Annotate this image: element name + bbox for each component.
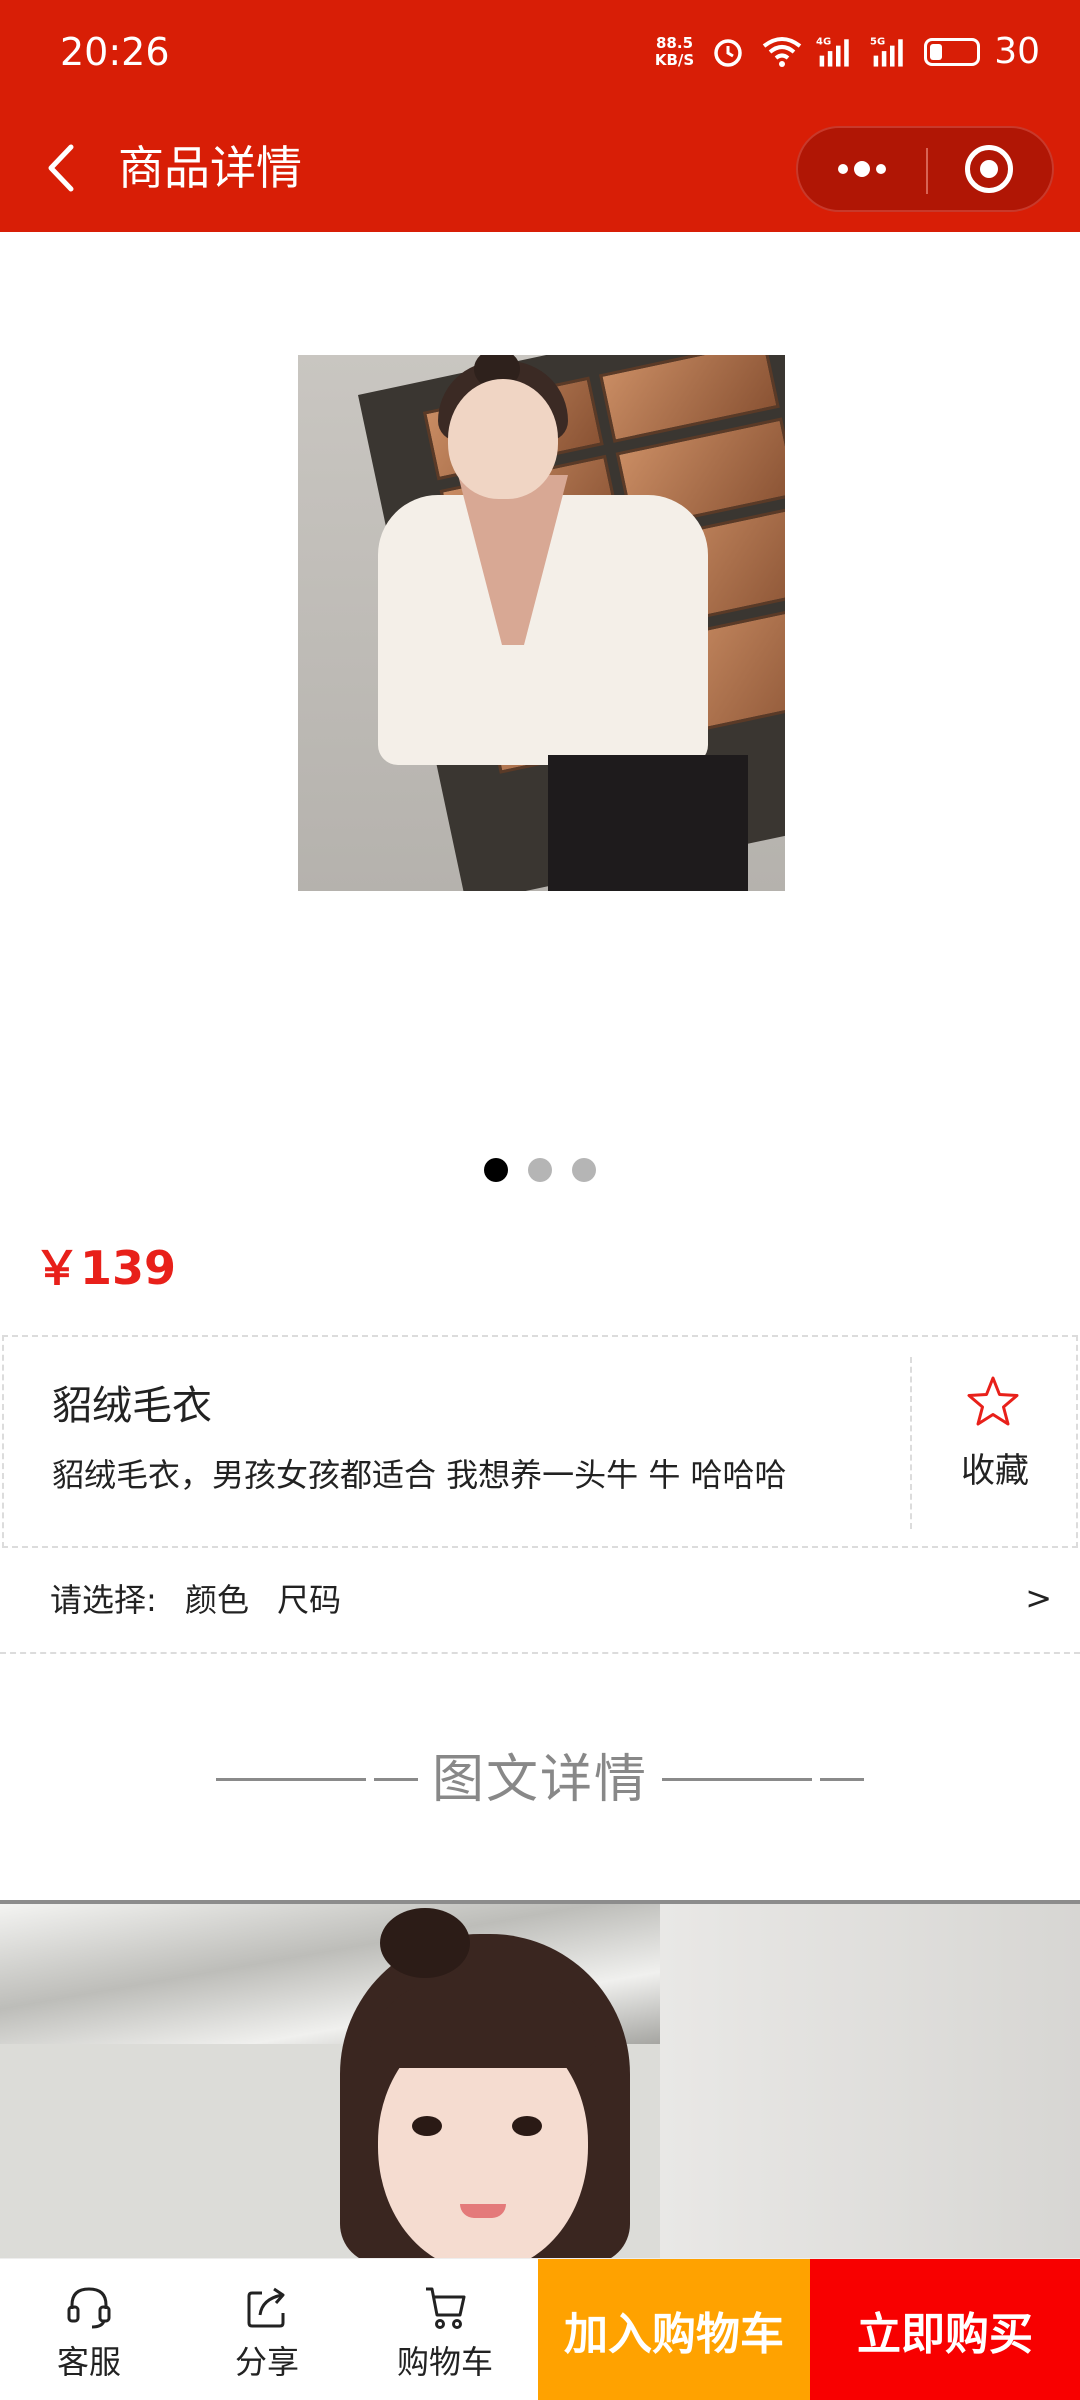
spec-select-label: 请选择: (50, 1581, 157, 1619)
battery-icon (924, 38, 981, 66)
customer-service-label: 客服 (56, 2343, 121, 2381)
favorite-label: 收藏 (961, 1451, 1029, 1491)
add-to-cart-button[interactable]: 加入购物车 (538, 2259, 810, 2400)
carousel-dot[interactable] (484, 1158, 508, 1182)
more-dots-icon (837, 161, 886, 177)
headset-icon (67, 2287, 111, 2329)
alarm-icon (708, 32, 748, 72)
detail-section-heading: 图文详情 (0, 1744, 1080, 1814)
star-icon (967, 1376, 1019, 1426)
signal-4g-icon: 4G (816, 32, 856, 72)
product-image[interactable] (298, 355, 785, 891)
back-button[interactable] (36, 136, 84, 200)
product-description: 貂绒毛衣，男孩女孩都适合 我想养一头牛 牛 哈哈哈 (52, 1456, 787, 1494)
share-label: 分享 (234, 2343, 299, 2381)
chevron-left-icon (48, 144, 74, 192)
battery-level: 30 (994, 31, 1040, 72)
cart-label: 购物车 (396, 2343, 493, 2381)
detail-section-title: 图文详情 (431, 1750, 648, 1810)
buy-now-button[interactable]: 立即购买 (810, 2259, 1080, 2400)
carousel-dot[interactable] (528, 1158, 552, 1182)
close-miniprogram-button[interactable] (925, 128, 1052, 210)
share-icon (247, 2287, 285, 2328)
nav-bar: 商品详情 (0, 104, 1080, 232)
product-name: 貂绒毛衣 (52, 1383, 212, 1429)
cart-icon (426, 2287, 466, 2329)
net-speed-value: 88.5 (656, 34, 694, 52)
favorite-button[interactable]: 收藏 (914, 1373, 1076, 1513)
signal-5g-label: 5G (870, 37, 885, 48)
cart-button[interactable]: 购物车 (356, 2259, 534, 2400)
miniprogram-capsule (796, 126, 1054, 212)
product-info-card: 貂绒毛衣 貂绒毛衣，男孩女孩都适合 我想养一头牛 牛 哈哈哈 收藏 (2, 1335, 1078, 1548)
product-price: ￥139 (34, 1241, 177, 1295)
carousel-indicators (484, 1158, 596, 1182)
page-title: 商品详情 (118, 141, 302, 195)
spec-option-color: 颜色 (184, 1581, 249, 1619)
bottom-action-bar: 客服 分享 购物车 加入购物车 立即购买 (0, 2258, 1080, 2400)
net-speed-indicator: 88.5 KB/S (655, 35, 694, 69)
carousel-dot[interactable] (572, 1158, 596, 1182)
top-bar: 20:26 88.5 KB/S 4G 5G 30 商品详情 (0, 0, 1080, 232)
spec-select-label-group: 请选择: 颜色 尺码 (50, 1578, 341, 1622)
status-time: 20:26 (60, 30, 170, 74)
share-button[interactable]: 分享 (178, 2259, 356, 2400)
customer-service-button[interactable]: 客服 (0, 2259, 178, 2400)
spec-select-row[interactable]: 请选择: 颜色 尺码 > (0, 1548, 1080, 1654)
signal-4g-label: 4G (816, 37, 831, 48)
signal-5g-icon: 5G (870, 32, 910, 72)
net-speed-unit: KB/S (654, 51, 695, 69)
wifi-icon (762, 32, 802, 72)
spec-option-size: 尺码 (277, 1581, 342, 1619)
target-icon (964, 145, 1013, 193)
more-button[interactable] (798, 128, 925, 210)
chevron-right-icon: > (1025, 1579, 1052, 1617)
detail-image (0, 1900, 1080, 2260)
status-icons: 88.5 KB/S 4G 5G 30 (655, 26, 1040, 78)
status-bar: 20:26 88.5 KB/S 4G 5G 30 (0, 0, 1080, 104)
